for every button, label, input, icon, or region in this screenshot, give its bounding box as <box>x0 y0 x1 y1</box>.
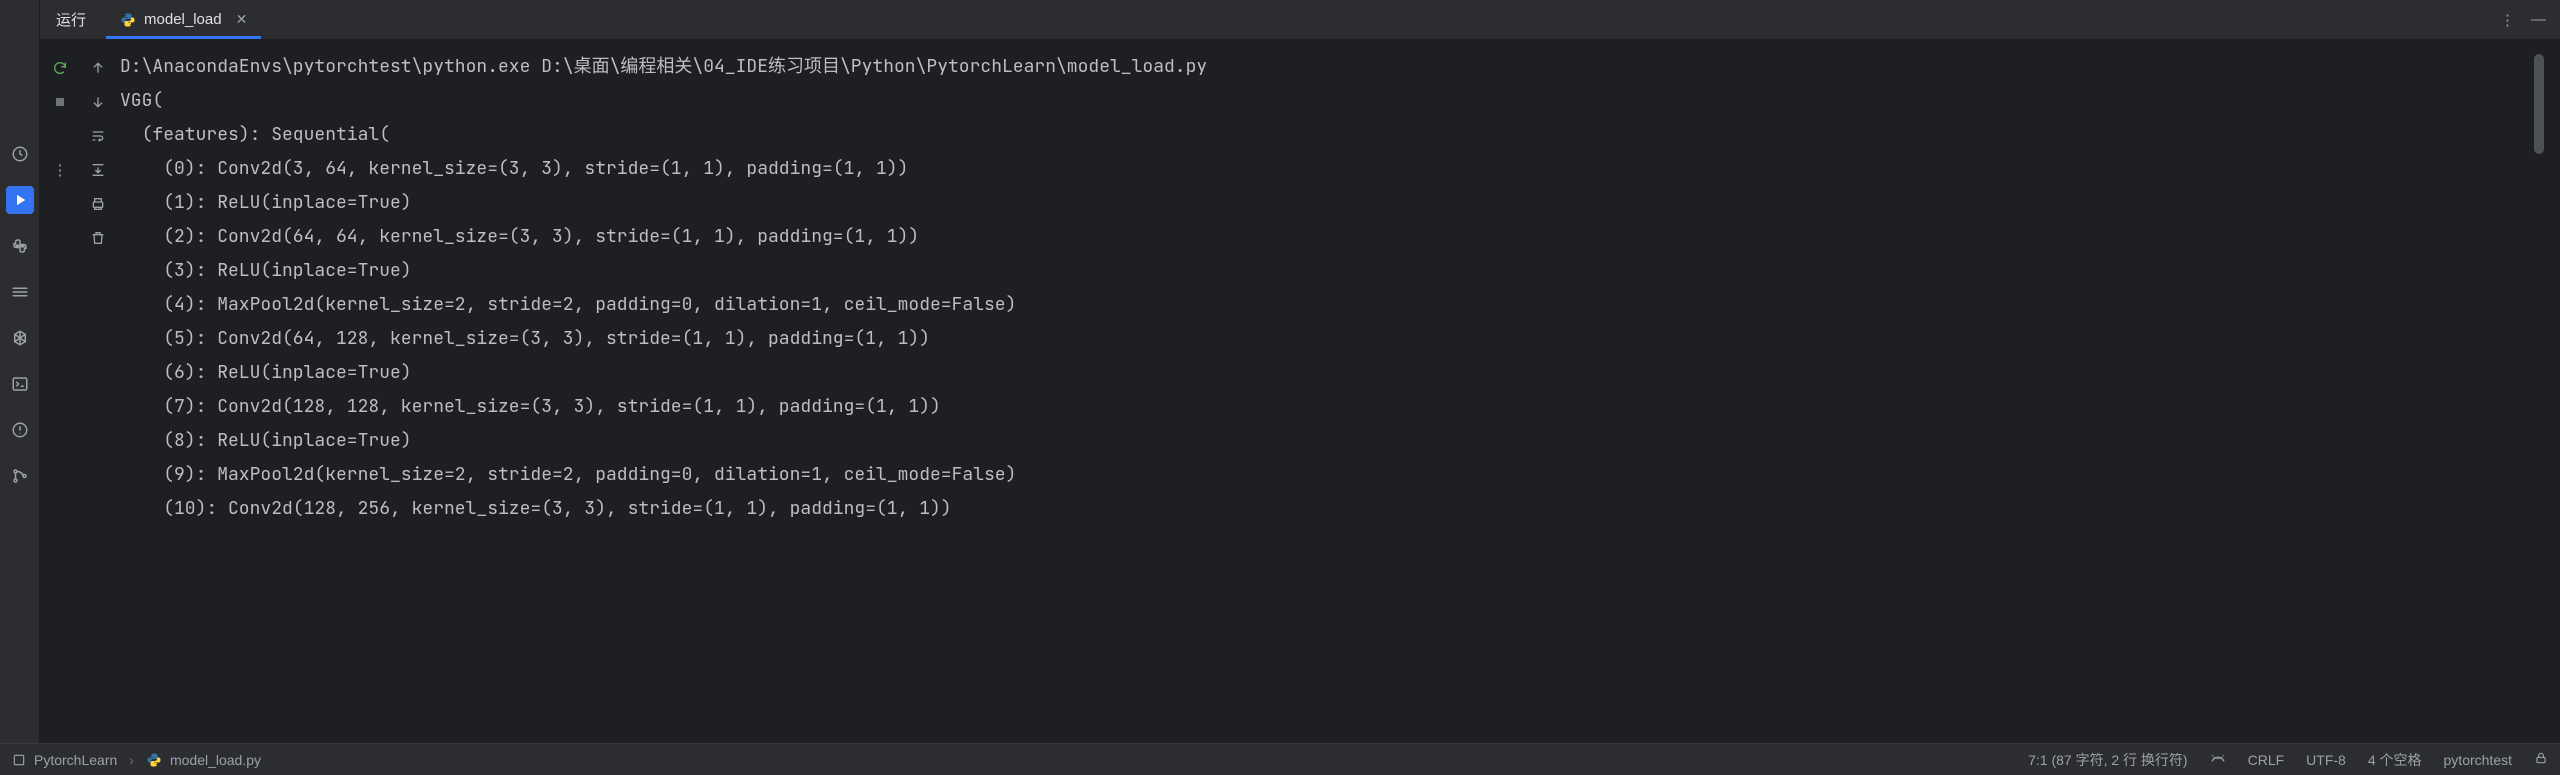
arrow-down-icon[interactable] <box>88 92 108 112</box>
status-line-separator[interactable]: CRLF <box>2248 752 2285 768</box>
breadcrumb-file[interactable]: model_load.py <box>170 752 261 768</box>
breadcrumb-sep: › <box>129 752 134 768</box>
profiler-icon[interactable] <box>6 140 34 168</box>
more-vert-icon[interactable]: ⋮ <box>50 160 70 180</box>
python-file-icon <box>146 752 162 768</box>
delete-icon[interactable] <box>88 228 108 248</box>
activity-bar <box>0 0 40 743</box>
run-icon[interactable] <box>6 186 34 214</box>
terminal-icon[interactable] <box>6 370 34 398</box>
scroll-to-end-icon[interactable] <box>88 160 108 180</box>
console-output[interactable]: D:\AnacondaEnvs\pytorchtest\python.exe D… <box>116 50 2546 743</box>
services-icon[interactable] <box>6 324 34 352</box>
status-interpreter[interactable]: pytorchtest <box>2444 752 2512 768</box>
status-indent[interactable]: 4 个空格 <box>2368 750 2422 770</box>
arrow-up-icon[interactable] <box>88 58 108 78</box>
rerun-icon[interactable] <box>50 58 70 78</box>
run-tab-model-load[interactable]: model_load ✕ <box>106 0 261 39</box>
breadcrumb-project[interactable]: PytorchLearn <box>34 752 117 768</box>
status-caret[interactable]: 7:1 (87 字符, 2 行 换行符) <box>2028 750 2187 770</box>
print-icon[interactable] <box>88 194 108 214</box>
minimize-icon[interactable]: — <box>2531 11 2546 28</box>
packages-icon[interactable] <box>6 278 34 306</box>
run-tool-title: 运行 <box>40 0 106 39</box>
format-on-save-icon[interactable] <box>2210 750 2226 769</box>
scrollbar-thumb[interactable] <box>2534 54 2544 154</box>
vcs-icon[interactable] <box>6 462 34 490</box>
run-console-gutter <box>80 50 116 743</box>
run-body: ⋮ <box>40 40 2560 743</box>
lock-icon[interactable] <box>2534 751 2548 768</box>
run-tab-label: model_load <box>144 11 222 28</box>
python-file-icon <box>120 12 136 28</box>
stop-icon[interactable] <box>50 92 70 112</box>
problems-icon[interactable] <box>6 416 34 444</box>
run-execution-gutter: ⋮ <box>40 50 80 743</box>
more-vert-icon[interactable]: ⋮ <box>2500 11 2515 29</box>
close-icon[interactable]: ✕ <box>236 11 248 28</box>
run-tool-header: 运行 model_load ✕ ⋮ — <box>40 0 2560 40</box>
project-icon <box>12 753 26 767</box>
soft-wrap-icon[interactable] <box>88 126 108 146</box>
status-encoding[interactable]: UTF-8 <box>2306 752 2346 768</box>
status-bar: PytorchLearn › model_load.py 7:1 (87 字符,… <box>0 743 2560 775</box>
python-console-icon[interactable] <box>6 232 34 260</box>
